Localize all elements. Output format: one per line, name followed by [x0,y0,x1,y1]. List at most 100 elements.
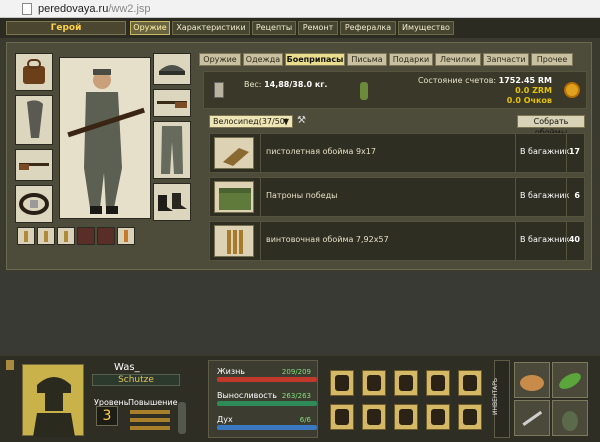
belt-slot[interactable] [15,185,53,223]
fist-action-button[interactable] [426,370,450,396]
spirit-value: 6/6 [299,416,311,424]
knife-icon [522,410,543,426]
trade-icon [399,409,413,425]
subtab-weapons[interactable]: Оружие [199,53,241,66]
bottom-hud: Was_ Schutze Уровень 3 Повышение Жизнь 2… [0,356,600,442]
nav-tab-referral[interactable]: Рефералка [340,21,396,35]
ammo-name: Патроны победы [266,191,338,200]
vehicle-select-value: Велосипед(37/50) [213,117,288,126]
inventory-panel: Оружие Одежда Боеприпасы Письма Подарки … [6,42,592,270]
mini-slot-2[interactable] [37,227,55,245]
ammo-row: пистолетная обойма 9х17 В багажник 17 [209,133,585,173]
weight-value: 14,88/38.0 кг. [264,80,328,89]
bottle-icon [124,230,128,242]
mini-slot-1[interactable] [17,227,35,245]
hero-tab[interactable]: Герой [6,21,126,35]
inventory-tab[interactable]: ИНВЕНТАРЬ [492,360,510,438]
cucumber-icon [559,373,581,389]
group-icon [463,409,477,425]
subtab-medicine[interactable]: Лечилки [435,53,481,66]
bullet-icon [24,231,28,242]
subtab-letters[interactable]: Письма [347,53,387,66]
document-icon [367,409,381,425]
weight-text: Вес: 14,88/38.0 кг. [244,80,327,89]
cap-slot[interactable] [153,53,191,85]
to-trunk-link[interactable]: В багажник [520,191,569,200]
nav-tab-property[interactable]: Имущество [398,21,454,35]
trade-action-button[interactable] [394,404,418,430]
fight-action-button[interactable] [394,370,418,396]
wrench-icon[interactable]: ⚒ [297,115,306,126]
subtab-other[interactable]: Прочее [531,53,573,66]
weight-accounts-bar: Вес: 14,88/38.0 кг. Состояние счетов: 17… [203,71,587,109]
nav-tab-recipes[interactable]: Рецепты [252,21,296,35]
level-value: 3 [96,406,118,426]
grenade-icon [562,411,578,431]
vehicle-select[interactable]: Велосипед(37/50) ▼ [209,115,293,128]
group-action-button[interactable] [458,404,482,430]
promotion-label: Повышение [128,398,178,407]
trousers-slot[interactable] [153,121,191,179]
bag-action-button[interactable] [458,370,482,396]
url-host: peredovaya.ru [38,2,109,15]
spirit-label: Дух [217,415,233,424]
page-icon [22,2,32,15]
soldier-figure-icon [67,69,145,214]
mini-slot-5[interactable] [97,227,115,245]
think-action-button[interactable] [362,370,386,396]
rifle-slot-right[interactable] [153,89,191,117]
life-bar [217,377,317,382]
nav-tab-weapons[interactable]: Оружие [130,21,170,35]
ammo-row: винтовочная обойма 7,92х57 В багажник 40 [209,221,585,261]
fist-icon [431,375,445,391]
soldiers-action-button[interactable] [330,404,354,430]
collect-clips-button[interactable]: Собрать обоймы [517,115,585,137]
to-trunk-link[interactable]: В багажник [520,235,569,244]
points-balance: 0.0 Очков [506,96,552,105]
bag-icon [23,59,45,84]
life-label: Жизнь [217,367,246,376]
subtab-clothing[interactable]: Одежда [243,53,283,66]
ammo-crate-icon [214,181,254,213]
to-trunk-link[interactable]: В багажник [520,147,569,156]
mini-slot-3[interactable] [57,227,75,245]
coin-icon[interactable] [564,82,580,98]
rifle-slot-left[interactable] [15,149,53,181]
collapse-arrow-icon[interactable] [6,360,14,370]
boots-slot[interactable] [153,183,191,221]
lab-action-button[interactable] [426,404,450,430]
top-navigation: Герой Оружие Характеристики Рецепты Ремо… [0,18,600,38]
weight-icon [214,82,224,98]
subtab-ammo[interactable]: Боеприпасы [285,53,345,66]
bullet-icon [64,231,68,242]
pistol-clip-icon [214,137,254,169]
crossed-weapons-icon [399,375,413,391]
promotion-bar [130,426,170,430]
mini-slot-4[interactable] [77,227,95,245]
helmet-silhouette-icon [33,377,75,437]
money-bag-icon [463,375,477,391]
document-action-button[interactable] [362,404,386,430]
inventory-slot[interactable] [514,362,550,398]
scarf-slot[interactable] [15,95,53,145]
accounts-label: Состояние счетов: [417,76,497,85]
inventory-slot[interactable] [552,400,588,436]
sub-tabs: Оружие Одежда Боеприпасы Письма Подарки … [199,53,587,67]
browser-address-bar[interactable]: peredovaya.ru /ww2.jsp [0,0,600,18]
stamina-value: 263/263 [281,392,311,400]
action-buttons [326,362,486,436]
promotion-bar [130,418,170,422]
bag-slot[interactable] [15,53,53,91]
player-rank: Schutze [92,374,180,386]
ammo-quantity: 6 [574,191,580,200]
profile-action-button[interactable] [330,370,354,396]
inventory-slot[interactable] [514,400,550,436]
nav-tab-characteristics[interactable]: Характеристики [172,21,250,35]
inventory-slot[interactable] [552,362,588,398]
cap-icon [159,65,185,75]
nav-tab-repair[interactable]: Ремонт [298,21,338,35]
subtab-parts[interactable]: Запчасти [483,53,529,66]
bread-icon [520,375,544,391]
mini-slot-6[interactable] [117,227,135,245]
subtab-gifts[interactable]: Подарки [389,53,433,66]
